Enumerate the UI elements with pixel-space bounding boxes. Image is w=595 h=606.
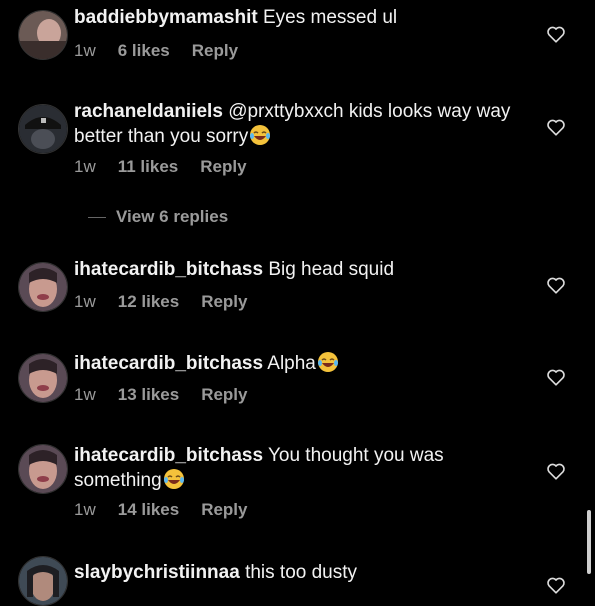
comment-username[interactable]: baddiebbymamashit [74, 7, 258, 28]
laughing-tears-emoji [250, 125, 271, 145]
comment-text: Eyes messed ul [263, 7, 398, 28]
reply-button[interactable]: Reply [200, 157, 246, 177]
heart-icon[interactable] [546, 368, 566, 386]
comment-username[interactable]: rachaneldaniiels [74, 101, 223, 122]
heart-icon[interactable] [546, 276, 566, 294]
comment-text: Big head squid [268, 259, 395, 280]
likes-count[interactable]: 12 likes [118, 292, 179, 312]
comment-username[interactable]: ihatecardib_bitchass [74, 445, 263, 466]
comment-time: 1w [74, 41, 96, 60]
reply-button[interactable]: Reply [201, 385, 247, 405]
comment-username[interactable]: slaybychristiinnaa [74, 562, 240, 583]
comment-time: 1w [74, 500, 96, 519]
view-replies-label[interactable]: View 6 replies [116, 207, 228, 227]
avatar[interactable] [18, 104, 68, 154]
avatar[interactable] [18, 10, 68, 60]
scrollbar[interactable] [587, 510, 591, 574]
heart-icon[interactable] [546, 25, 566, 43]
likes-count[interactable]: 11 likes [118, 157, 179, 177]
laughing-tears-emoji [317, 352, 338, 372]
avatar[interactable] [18, 556, 68, 606]
heart-icon[interactable] [546, 118, 566, 136]
likes-count[interactable]: 6 likes [118, 41, 170, 61]
comment-username[interactable]: ihatecardib_bitchass [74, 353, 263, 374]
comment-time: 1w [74, 385, 96, 404]
avatar[interactable] [18, 444, 68, 494]
view-replies-button[interactable]: View 6 replies [88, 207, 228, 227]
comment-text: this too dusty [245, 562, 358, 583]
laughing-tears-emoji [163, 469, 184, 489]
avatar[interactable] [18, 353, 68, 403]
likes-count[interactable]: 14 likes [118, 500, 179, 520]
heart-icon[interactable] [546, 462, 566, 480]
likes-count[interactable]: 13 likes [118, 385, 179, 405]
reply-button[interactable]: Reply [192, 41, 238, 61]
reply-button[interactable]: Reply [201, 500, 247, 520]
comment-text: Alpha [267, 353, 316, 374]
avatar[interactable] [18, 262, 68, 312]
heart-icon[interactable] [546, 576, 566, 594]
comment-username[interactable]: ihatecardib_bitchass [74, 259, 263, 280]
reply-button[interactable]: Reply [201, 292, 247, 312]
comment-time: 1w [74, 292, 96, 311]
divider [88, 216, 106, 218]
comment-time: 1w [74, 157, 96, 176]
